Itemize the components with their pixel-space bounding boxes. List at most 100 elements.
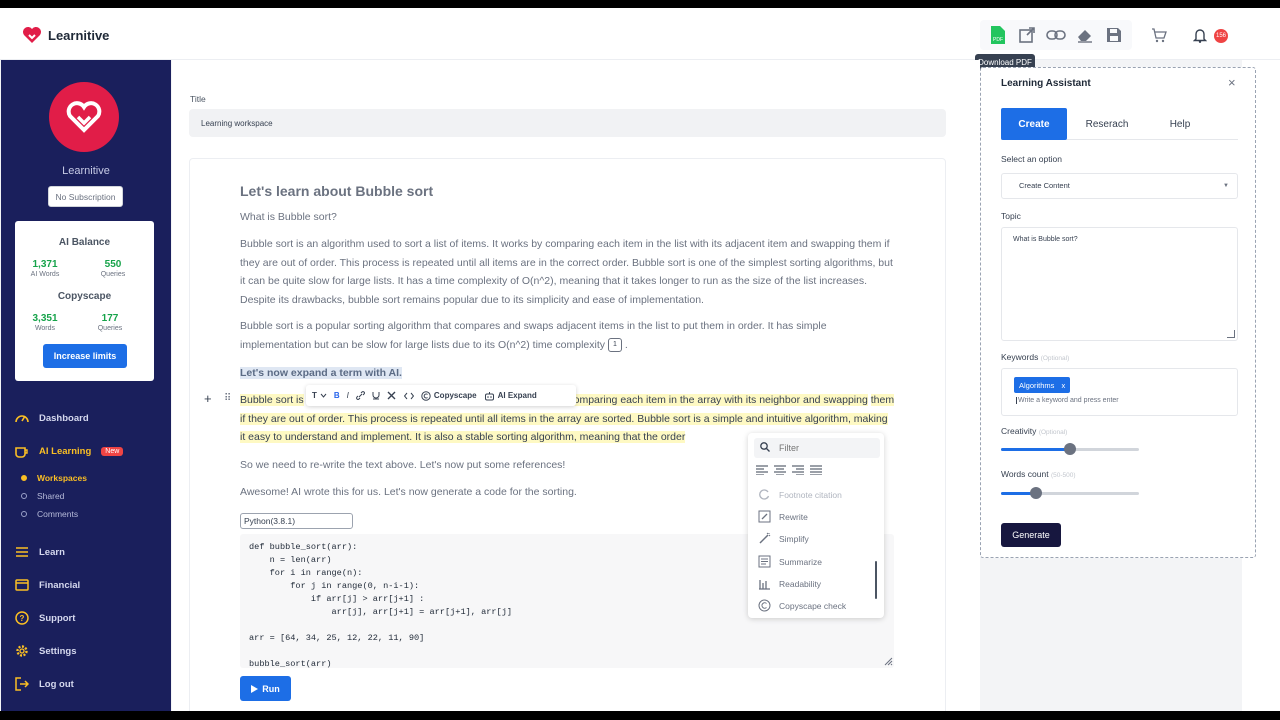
doc-question[interactable]: What is Bubble sort? <box>240 208 895 227</box>
app-logo[interactable]: Learnitive <box>22 26 109 44</box>
remove-keyword-icon[interactable]: x <box>1061 381 1065 390</box>
top-band <box>0 0 1280 8</box>
menu-item-simplify[interactable]: Simplify <box>758 532 809 545</box>
doc-highlight-line[interactable]: Let's now expand a term with AI. <box>240 364 895 383</box>
words-slider-knob[interactable] <box>1029 487 1042 499</box>
words-count-slider[interactable] <box>1001 487 1139 499</box>
code-language-select[interactable]: Python(3.8.1) <box>240 513 353 529</box>
nav-dashboard-label: Dashboard <box>39 412 89 424</box>
resize-handle-icon[interactable] <box>884 657 893 666</box>
ai-expand-button[interactable]: AI Expand <box>484 391 537 401</box>
footnote-marker[interactable]: 1 <box>607 337 622 352</box>
align-justify-icon[interactable] <box>810 465 822 475</box>
align-left-icon[interactable] <box>756 465 768 475</box>
avatar[interactable] <box>49 82 119 152</box>
increase-limits-button[interactable]: Increase limits <box>43 344 127 368</box>
keywords-label: Keywords (Optional) <box>1001 352 1069 362</box>
nav-settings[interactable]: Settings <box>15 644 76 658</box>
nav-dashboard[interactable]: Dashboard <box>15 411 89 425</box>
save-icon[interactable] <box>1103 24 1125 46</box>
subnav-workspaces[interactable]: Workspaces <box>21 473 87 483</box>
document-lines-icon <box>758 555 771 568</box>
resize-handle-icon[interactable] <box>1227 330 1235 338</box>
generate-button[interactable]: Generate <box>1001 523 1061 547</box>
tab-create[interactable]: Create <box>1001 108 1067 140</box>
menu-scrollbar[interactable] <box>875 561 877 599</box>
clear-format-icon[interactable] <box>387 391 397 400</box>
notification-badge: 156 <box>1214 29 1228 43</box>
ai-command-menu: Footnote citation Rewrite Simplify Summa… <box>748 433 884 618</box>
assistant-title: Learning Assistant <box>1001 78 1091 89</box>
code-icon[interactable] <box>403 392 414 400</box>
nav-support[interactable]: ? Support <box>15 611 75 625</box>
doc-paragraph-1[interactable]: Bubble sort is an algorithm used to sort… <box>240 235 895 309</box>
tab-research[interactable]: Reserach <box>1074 108 1140 140</box>
subnav-shared[interactable]: Shared <box>21 491 64 501</box>
ai-words-label: AI Words <box>30 271 60 278</box>
align-center-icon[interactable] <box>774 465 786 475</box>
ai-queries-value: 550 <box>104 259 122 270</box>
doc-heading-text: Let's learn about Bubble sort <box>240 183 434 199</box>
doc-paragraph-2[interactable]: Bubble sort is a popular sorting algorit… <box>240 317 895 354</box>
bold-button[interactable]: B <box>334 391 340 400</box>
run-button[interactable]: Run <box>240 676 291 701</box>
optional-hint: (Optional) <box>1040 355 1070 362</box>
creativity-slider-knob[interactable] <box>1064 443 1076 455</box>
title-input[interactable] <box>189 109 946 137</box>
menu-item-summarize[interactable]: Summarize <box>758 555 822 568</box>
cart-icon[interactable] <box>1151 28 1167 46</box>
topic-textarea[interactable]: What is Bubble sort? <box>1001 227 1238 341</box>
option-select[interactable]: Create Content ▼ <box>1001 173 1238 199</box>
bullet-icon <box>21 511 27 517</box>
subscription-button[interactable]: No Subscription <box>48 186 123 207</box>
logout-icon <box>15 677 29 691</box>
topic-value: What is Bubble sort? <box>1013 236 1078 243</box>
close-icon[interactable]: × <box>1228 75 1236 90</box>
nav-financial[interactable]: Financial <box>15 578 80 592</box>
edit-icon <box>758 510 771 523</box>
creativity-slider[interactable] <box>1001 443 1139 455</box>
ai-text-mid: omparing each item in the array with its… <box>573 394 868 406</box>
italic-button[interactable]: I <box>347 391 349 400</box>
search-icon <box>760 442 770 452</box>
logo-heart-icon <box>23 27 41 43</box>
pdf-download-icon[interactable]: PDF <box>987 24 1009 46</box>
underline-icon[interactable] <box>372 391 380 400</box>
subnav-comments[interactable]: Comments <box>21 509 78 519</box>
keywords-field[interactable]: Algorithms x Write a keyword and press e… <box>1001 368 1238 416</box>
ai-balance-card: AI Balance 1,371 AI Words 550 Queries Co… <box>15 221 154 381</box>
menu-item-copyscape-check[interactable]: Copyscape check <box>758 599 846 612</box>
menu-item-label: Simplify <box>779 533 809 544</box>
align-right-icon[interactable] <box>792 465 804 475</box>
new-badge: New <box>101 446 124 456</box>
menu-item-readability[interactable]: Readability <box>758 577 821 590</box>
eraser-icon[interactable] <box>1074 24 1096 46</box>
pdf-badge-text: PDF <box>993 37 1003 43</box>
keywords-label-text: Keywords <box>1001 352 1039 362</box>
title-label: Title <box>190 94 206 104</box>
menu-item-footnote-citation[interactable]: Footnote citation <box>758 488 842 501</box>
menu-item-rewrite[interactable]: Rewrite <box>758 510 808 523</box>
nav-logout-label: Log out <box>39 678 74 690</box>
link-icon[interactable] <box>356 391 365 400</box>
bell-icon[interactable] <box>1192 28 1208 46</box>
copyscape-queries-label: Queries <box>97 325 123 332</box>
drag-handle-icon[interactable]: ⠿ <box>224 393 231 404</box>
tab-help[interactable]: Help <box>1147 108 1213 140</box>
link-icon[interactable] <box>1045 24 1067 46</box>
copyscape-button[interactable]: Copyscape <box>421 390 477 401</box>
words-count-label: Words count (50-500) <box>1001 469 1076 479</box>
external-link-icon[interactable] <box>1016 24 1038 46</box>
format-toolbar: T B I Copyscape AI Expand <box>306 385 576 406</box>
help-circle-icon: ? <box>15 611 29 625</box>
nav-ai-learning[interactable]: AI Learning New <box>15 444 124 458</box>
ai-filter-input[interactable] <box>754 438 880 458</box>
gear-icon <box>16 645 28 657</box>
text-style-dropdown[interactable]: T <box>312 391 327 400</box>
nav-learn[interactable]: Learn <box>15 545 65 559</box>
nav-logout[interactable]: Log out <box>15 677 74 691</box>
add-block-icon[interactable]: + <box>204 391 212 406</box>
menu-item-label: Readability <box>779 578 822 589</box>
doc-heading[interactable]: Let's learn about Bubble sort <box>240 182 895 203</box>
keyword-input[interactable]: Write a keyword and press enter <box>1016 397 1119 404</box>
